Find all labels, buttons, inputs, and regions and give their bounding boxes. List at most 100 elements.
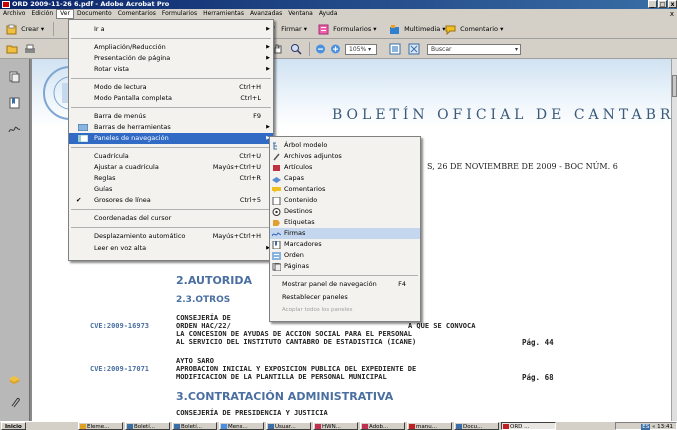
- taskbar-label: Adob...: [369, 424, 389, 430]
- submenu-item-destinos[interactable]: Destinos: [270, 206, 420, 217]
- menu-item-desplazamiento-automatico[interactable]: Desplazamiento automático Mayús+Ctrl+H: [69, 231, 273, 242]
- submenu-item-articulos[interactable]: Artículos: [270, 162, 420, 173]
- submenu-item-label: Firmas: [284, 229, 306, 237]
- submenu-item-capas[interactable]: Capas: [270, 173, 420, 184]
- forms-button[interactable]: Formularios ▾: [318, 23, 377, 35]
- create-button[interactable]: Crear ▾: [6, 23, 44, 35]
- zoom-in-icon[interactable]: [330, 43, 341, 55]
- submenu-item-restablecer-paneles[interactable]: Restablecer paneles: [270, 292, 420, 303]
- menu-item-label: Modo Pantalla completa: [94, 94, 173, 102]
- submenu-item-mostrar-panel[interactable]: Mostrar panel de navegación F4: [270, 279, 420, 290]
- menu-item-rotar-vista[interactable]: Rotar vista ▶: [69, 64, 273, 75]
- maximize-button[interactable]: □: [658, 0, 667, 8]
- menu-item-modo-lectura[interactable]: Modo de lectura Ctrl+H: [69, 82, 273, 93]
- submenu-item-contenido[interactable]: Contenido: [270, 195, 420, 206]
- menu-item-ir-a[interactable]: Ir a ▶: [69, 24, 273, 35]
- language-indicator[interactable]: ES: [641, 424, 651, 430]
- menu-archivo[interactable]: Archivo: [0, 9, 28, 19]
- zoom-level-field[interactable]: 105% ▾: [345, 44, 377, 55]
- signatures-panel-icon[interactable]: [8, 123, 21, 135]
- menu-item-paneles-navegacion[interactable]: Paneles de navegación▶: [69, 133, 273, 144]
- menu-item-shortcut: Mayús+Ctrl+U: [212, 163, 261, 171]
- submenu-item-marcadores[interactable]: Marcadores: [270, 239, 420, 250]
- minimize-button[interactable]: _: [648, 0, 657, 8]
- submenu-item-paginas[interactable]: Páginas: [270, 261, 420, 272]
- menu-item-pantalla-completa[interactable]: Modo Pantalla completa Ctrl+L: [69, 93, 273, 104]
- multimedia-button[interactable]: Multimedia ▾: [389, 23, 446, 35]
- pdf-icon: [409, 424, 415, 429]
- order-icon: [272, 252, 281, 260]
- taskbar-button[interactable]: Boletí...: [172, 422, 217, 430]
- submenu-item-label: Destinos: [284, 207, 313, 215]
- taskbar-button-active[interactable]: ORD ...: [501, 422, 556, 430]
- menu-item-ajustar-cuadricula[interactable]: Ajustar a cuadrícula Mayús+Ctrl+U: [69, 162, 273, 173]
- close-button[interactable]: x: [668, 0, 677, 8]
- menu-separator: [71, 107, 271, 108]
- page-reference[interactable]: Pág. 44: [522, 338, 554, 347]
- comment-icon: [445, 25, 456, 35]
- submenu-item-orden[interactable]: Orden: [270, 250, 420, 261]
- menu-ventana[interactable]: Ventana: [285, 9, 316, 19]
- submenu-item-comentarios[interactable]: Comentarios: [270, 184, 420, 195]
- menu-avanzadas[interactable]: Avanzadas: [247, 9, 285, 19]
- taskbar-button[interactable]: Docu...: [454, 422, 499, 430]
- open-folder-icon[interactable]: [6, 43, 18, 55]
- menu-item-grosores-linea[interactable]: ✔ Grosores de línea Ctrl+5: [69, 195, 273, 206]
- menu-item-leer-voz-alta[interactable]: Leer en voz alta▶: [69, 243, 273, 254]
- taskbar-label: Docu...: [463, 424, 483, 430]
- search-input[interactable]: Buscar ▾: [427, 44, 521, 55]
- menu-edicion[interactable]: Edición: [28, 9, 56, 19]
- submenu-item-acoplar-paneles: Acoplar todos los paneles: [270, 305, 420, 316]
- document-close-button[interactable]: x: [670, 9, 674, 19]
- comment-button[interactable]: Comentario ▾: [445, 23, 503, 35]
- submenu-item-label: Mostrar panel de navegación: [282, 280, 377, 288]
- menu-item-cuadricula[interactable]: Cuadrícula Ctrl+U: [69, 151, 273, 162]
- taskbar-button[interactable]: Boletí...: [125, 422, 170, 430]
- taskbar-button[interactable]: manu...: [407, 422, 452, 430]
- print-icon[interactable]: [24, 43, 36, 55]
- menu-ayuda[interactable]: Ayuda: [316, 9, 341, 19]
- submenu-item-arbol-modelo[interactable]: Árbol modelo: [270, 140, 420, 151]
- system-tray: ES « 13:41: [615, 422, 677, 430]
- start-button[interactable]: Inicio: [1, 422, 26, 430]
- page-reference[interactable]: Pág. 68: [522, 373, 554, 382]
- zoom-tool-icon[interactable]: [290, 43, 302, 55]
- fit-page-icon[interactable]: [389, 43, 401, 55]
- bookmarks-panel-icon[interactable]: [8, 97, 21, 109]
- menu-item-label: Coordenadas del cursor: [94, 214, 172, 222]
- menu-item-reglas[interactable]: Reglas Ctrl+R: [69, 173, 273, 184]
- submenu-item-etiquetas[interactable]: Etiquetas: [270, 217, 420, 228]
- entry-line: ORDEN HAC/22/: [176, 322, 231, 330]
- menu-item-barras-herramientas[interactable]: Barras de herramientas ▶: [69, 122, 273, 133]
- menu-herramientas[interactable]: Herramientas: [200, 9, 247, 19]
- menu-formularios[interactable]: Formularios: [159, 9, 200, 19]
- menu-item-barra-menus[interactable]: Barra de menús F9: [69, 111, 273, 122]
- pages-panel-icon[interactable]: [8, 71, 21, 83]
- layers-panel-icon[interactable]: [8, 374, 21, 386]
- menu-comentarios[interactable]: Comentarios: [115, 9, 159, 19]
- menu-item-label: Ir a: [94, 25, 105, 33]
- taskbar-button[interactable]: Usuar...: [266, 422, 311, 430]
- submenu-item-archivos-adjuntos[interactable]: Archivos adjuntos: [270, 151, 420, 162]
- menu-item-ampliacion[interactable]: Ampliación/Reducción ▶: [69, 42, 273, 53]
- full-screen-icon[interactable]: [408, 43, 420, 55]
- vertical-scrollbar[interactable]: [671, 59, 677, 421]
- taskbar-button[interactable]: HWN...: [313, 422, 358, 430]
- submenu-item-firmas[interactable]: Firmas: [270, 228, 420, 239]
- menu-ver[interactable]: Ver: [56, 9, 74, 19]
- menu-documento[interactable]: Documento: [74, 9, 115, 19]
- menu-item-guias[interactable]: Guías: [69, 184, 273, 195]
- taskbar-button[interactable]: Adob...: [360, 422, 405, 430]
- menu-item-label: Modo de lectura: [94, 83, 147, 91]
- menu-item-presentacion[interactable]: Presentación de página ▶: [69, 53, 273, 64]
- cve-code[interactable]: CVE:2009-16973: [90, 322, 149, 330]
- acrobat-app-icon: [2, 1, 10, 8]
- scrollbar-thumb[interactable]: [672, 75, 677, 97]
- menu-item-coordenadas-cursor[interactable]: Coordenadas del cursor: [69, 213, 273, 224]
- taskbar-button[interactable]: Mens...: [219, 422, 264, 430]
- cve-code[interactable]: CVE:2009-17071: [90, 365, 149, 373]
- attachments-panel-icon[interactable]: [8, 396, 21, 408]
- taskbar-label: manu...: [416, 424, 437, 430]
- zoom-out-icon[interactable]: [315, 43, 326, 55]
- taskbar-button[interactable]: Eleme...: [78, 422, 123, 430]
